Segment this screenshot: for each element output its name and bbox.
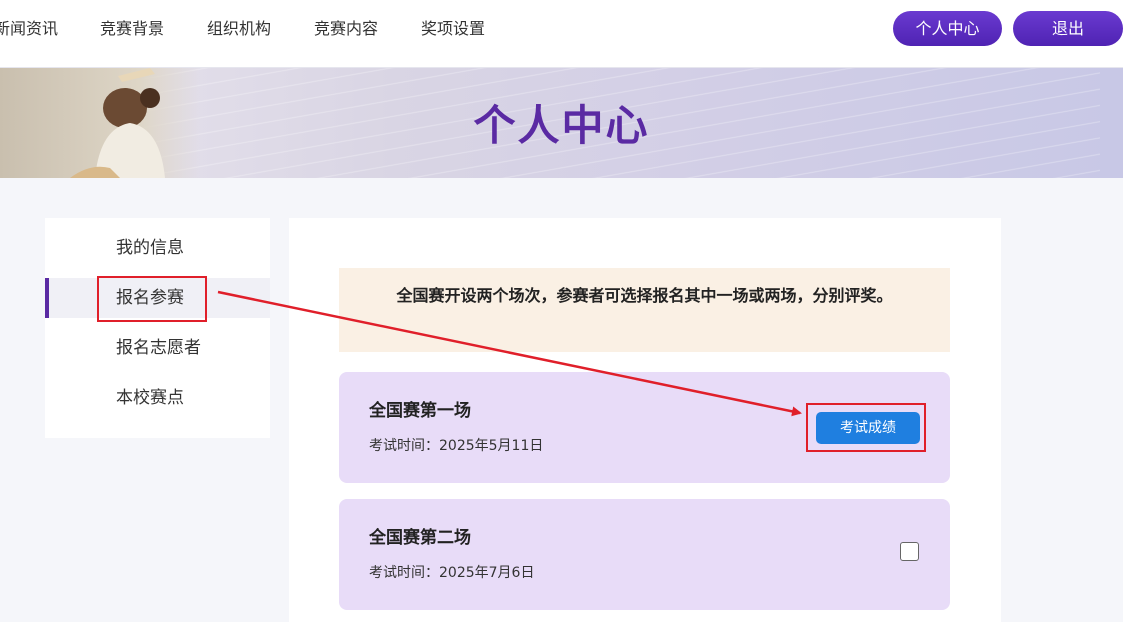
nav-link-content[interactable]: 竞赛内容 xyxy=(314,18,378,40)
logout-button[interactable]: 退出 xyxy=(1013,11,1123,46)
top-navbar: 新闻资讯 竞赛背景 组织机构 竞赛内容 奖项设置 个人中心 退出 xyxy=(0,0,1123,68)
sidebar-item-registration[interactable]: 报名参赛 xyxy=(45,278,270,318)
nav-link-news[interactable]: 新闻资讯 xyxy=(0,18,58,40)
nav-link-background[interactable]: 竞赛背景 xyxy=(100,18,164,40)
page-title: 个人中心 xyxy=(473,101,650,150)
nav-link-awards[interactable]: 奖项设置 xyxy=(421,18,485,40)
nav-link-organization[interactable]: 组织机构 xyxy=(207,18,271,40)
session-card-2: 全国赛第二场 考试时间：2025年7月6日 xyxy=(339,499,950,610)
session-time: 考试时间：2025年5月11日 xyxy=(369,438,544,454)
sidebar-item-my-info[interactable]: 我的信息 xyxy=(45,228,270,268)
page-banner: 个人中心 xyxy=(0,68,1123,178)
sidebar-item-volunteer[interactable]: 报名志愿者 xyxy=(45,328,270,368)
sidebar-item-label: 报名志愿者 xyxy=(116,338,201,358)
session-title: 全国赛第二场 xyxy=(369,528,471,548)
session-title: 全国赛第一场 xyxy=(369,401,471,421)
session-time: 考试时间：2025年7月6日 xyxy=(369,565,535,581)
sidebar-item-label: 本校赛点 xyxy=(116,388,184,408)
profile-button[interactable]: 个人中心 xyxy=(893,11,1002,46)
sidebar-item-label: 报名参赛 xyxy=(116,288,184,308)
main-panel: 全国赛开设两个场次，参赛者可选择报名其中一场或两场，分别评奖。 全国赛第一场 考… xyxy=(289,218,1001,622)
session-card-1: 全国赛第一场 考试时间：2025年5月11日 考试成绩 xyxy=(339,372,950,483)
sidebar-item-school-venue[interactable]: 本校赛点 xyxy=(45,378,270,418)
exam-score-button[interactable]: 考试成绩 xyxy=(816,412,920,444)
sidebar-menu: 我的信息 报名参赛 报名志愿者 本校赛点 xyxy=(45,218,270,438)
notice-banner: 全国赛开设两个场次，参赛者可选择报名其中一场或两场，分别评奖。 xyxy=(339,268,950,352)
session-select-checkbox[interactable] xyxy=(900,542,919,561)
sidebar-item-label: 我的信息 xyxy=(116,238,184,258)
